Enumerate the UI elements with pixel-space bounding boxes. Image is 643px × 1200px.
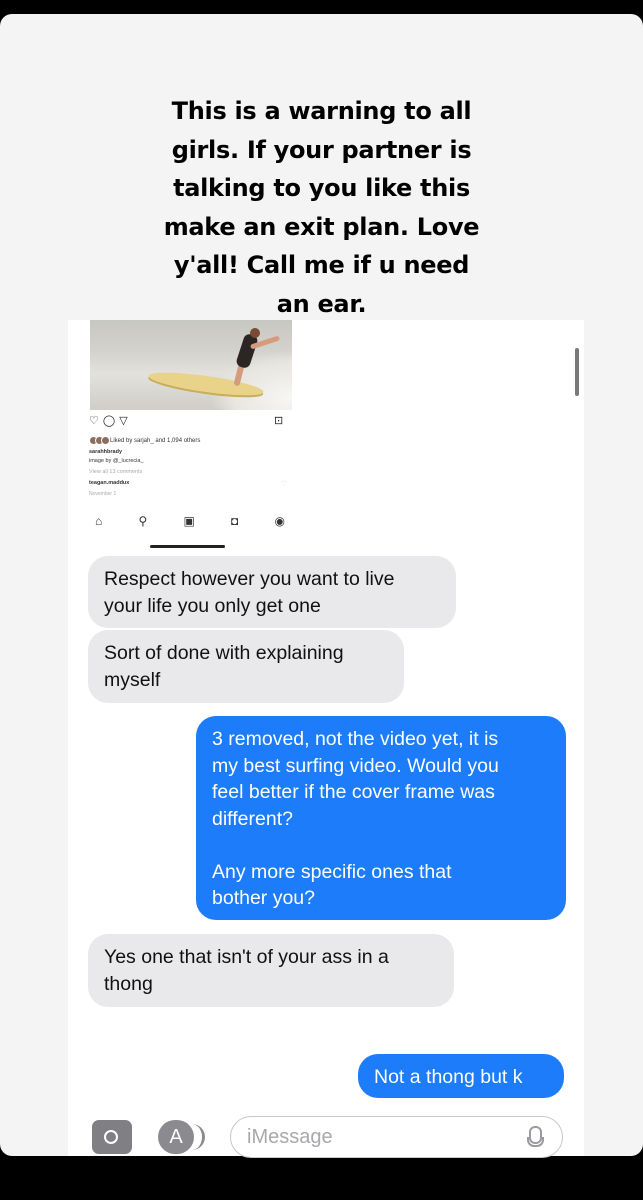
surfer-head	[250, 328, 260, 338]
comment-icon[interactable]: ◯	[103, 414, 115, 428]
message-input[interactable]: iMessage	[230, 1116, 563, 1158]
post-username[interactable]: sarahhbrady	[89, 449, 122, 455]
message-input-placeholder: iMessage	[247, 1126, 333, 1148]
camera-icon[interactable]	[92, 1120, 132, 1154]
post-date: November 1	[89, 491, 117, 497]
share-icon[interactable]: ▽	[119, 414, 127, 428]
instagram-photo[interactable]	[90, 320, 292, 410]
story-caption: This is a warning to all girls. If your …	[163, 97, 480, 318]
microphone-stand	[527, 1137, 544, 1147]
likes-text: Liked by sarjah_ and 1,094 others	[110, 437, 201, 444]
message-outgoing: Not a thong but k	[358, 1054, 564, 1098]
message-incoming: Respect however you want to live your li…	[88, 556, 456, 628]
heart-icon[interactable]: ♡	[89, 414, 99, 428]
search-icon[interactable]: ⚲	[138, 514, 147, 528]
post-actions: ♡ ◯ ▽	[89, 414, 128, 428]
message-incoming: Yes one that isn't of your ass in a thon…	[88, 934, 454, 1007]
home-icon[interactable]: ⌂	[95, 514, 102, 528]
message-outgoing: 3 removed, not the video yet, it is my b…	[196, 716, 566, 920]
likes-row[interactable]: Liked by sarjah_ and 1,094 others	[89, 436, 200, 445]
shop-icon[interactable]: ◘	[231, 514, 238, 528]
reels-icon[interactable]: ▣	[183, 514, 194, 528]
liker-avatars	[89, 436, 110, 445]
instagram-tab-bar: ⌂ ⚲ ▣ ◘ ◉	[95, 514, 285, 528]
app-store-icon[interactable]: A	[158, 1120, 208, 1154]
comment-username[interactable]: teagan.maddux	[89, 480, 129, 486]
view-comments-link[interactable]: View all 13 comments	[89, 469, 142, 475]
scrollbar[interactable]	[575, 348, 579, 396]
bookmark-icon[interactable]: ⊡	[274, 414, 283, 428]
home-indicator	[150, 545, 225, 548]
message-incoming: Sort of done with explaining myself	[88, 630, 404, 703]
comment-heart-icon[interactable]: ♡	[281, 480, 287, 488]
profile-icon[interactable]: ◉	[275, 514, 285, 528]
photo-credit: image by @_lucrecia_	[89, 458, 144, 464]
